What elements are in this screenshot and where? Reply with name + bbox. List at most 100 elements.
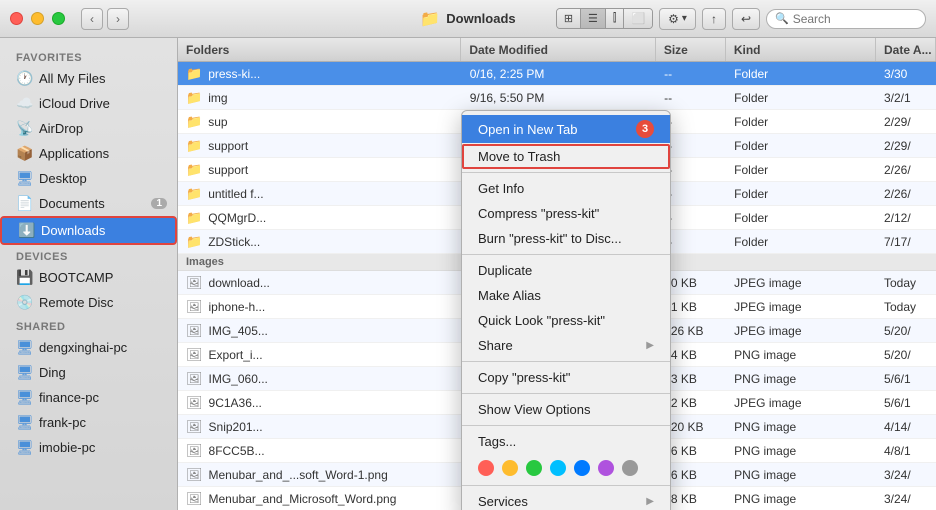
tag-blue[interactable] [574,460,590,476]
table-row[interactable]: 📁press-ki... 0/16, 2:25 PM -- Folder 3/3… [178,62,936,86]
main-container: Favorites 🕐 All My Files ☁️ iCloud Drive… [0,38,936,510]
context-menu-tags[interactable]: Tags... [462,429,670,454]
context-menu-move-to-trash[interactable]: Move to Trash [462,144,670,169]
context-menu-make-alias[interactable]: Make Alias [462,283,670,308]
context-menu-copy[interactable]: Copy "press-kit" [462,365,670,390]
sidebar-item-airdrop[interactable]: 📡 AirDrop [0,116,177,141]
image-icon-row: 🖼 [186,395,203,411]
col-header-dateadded[interactable]: Date A... [876,38,936,61]
sidebar: Favorites 🕐 All My Files ☁️ iCloud Drive… [0,38,178,510]
cloud-icon: ☁️ [16,95,32,112]
image-icon-row: 🖼 [186,467,203,483]
sidebar-item-all-my-files[interactable]: 🕐 All My Files [0,66,177,91]
documents-badge: 1 [151,198,167,209]
search-icon: 🔍 [775,12,789,25]
image-icon-row: 🖼 [186,491,203,507]
col-header-size[interactable]: Size [656,38,726,61]
column-view-btn[interactable]: ⫿ [606,9,625,28]
context-menu-get-info[interactable]: Get Info [462,176,670,201]
context-menu-compress[interactable]: Compress "press-kit" [462,201,670,226]
sidebar-item-imobie-pc[interactable]: 🖥 imobie-pc [0,435,177,460]
sidebar-item-dengxinghai[interactable]: 🖥 dengxinghai-pc [0,335,177,360]
context-menu-separator-6 [462,485,670,486]
col-header-kind[interactable]: Kind [726,38,876,61]
image-icon-row: 🖼 [186,371,203,387]
search-input[interactable] [793,12,903,26]
applications-icon: 📦 [16,145,32,162]
devices-header: Devices [0,245,177,265]
nav-buttons: ‹ › [81,8,129,30]
tag-green[interactable] [526,460,542,476]
tag-color-row [462,454,670,482]
context-menu-quick-look[interactable]: Quick Look "press-kit" [462,308,670,333]
context-menu-show-view-options[interactable]: Show View Options [462,397,670,422]
folder-icon-row: 📁 [186,234,202,250]
tag-gray[interactable] [622,460,638,476]
title-bar: ‹ › 📁 Downloads ⊞ ☰ ⫿ ⬜ ⚙ ▾ ↑ ↩ 🔍 [0,0,936,38]
search-bar[interactable]: 🔍 [766,9,926,29]
folder-icon-row: 📁 [186,66,202,82]
sidebar-item-desktop[interactable]: 🖥 Desktop [0,166,177,191]
context-menu-separator-5 [462,425,670,426]
sidebar-item-applications[interactable]: 📦 Applications [0,141,177,166]
sidebar-item-icloud-drive[interactable]: ☁️ iCloud Drive [0,91,177,116]
arrange-btn[interactable]: ⚙ ▾ [659,8,696,30]
tag-purple[interactable] [598,460,614,476]
tag-orange[interactable] [502,460,518,476]
share-btn[interactable]: ↩ [732,8,760,30]
coverflow-view-btn[interactable]: ⬜ [624,9,652,28]
icon-view-btn[interactable]: ⊞ [557,9,581,28]
documents-icon: 📄 [16,195,32,212]
image-icon-row: 🖼 [186,347,203,363]
maximize-button[interactable] [52,12,65,25]
col-header-folders[interactable]: Folders [178,38,461,61]
pc-icon-1: 🖥 [16,339,32,356]
table-row[interactable]: 📁img 9/16, 5:50 PM -- Folder 3/2/1 [178,86,936,110]
column-headers: Folders Date Modified Size Kind Date A..… [178,38,936,62]
favorites-header: Favorites [0,46,177,66]
folder-icon-row: 📁 [186,138,202,154]
col-header-date[interactable]: Date Modified [461,38,656,61]
context-menu-duplicate[interactable]: Duplicate [462,258,670,283]
sidebar-item-frank-pc[interactable]: 🖥 frank-pc [0,410,177,435]
sidebar-item-remote-disc[interactable]: 💿 Remote Disc [0,290,177,315]
folder-icon-row: 📁 [186,186,202,202]
share-submenu-arrow: ▶ [646,340,654,351]
pc-icon-5: 🖥 [16,439,32,456]
tag-lightblue[interactable] [550,460,566,476]
back-button[interactable]: ‹ [81,8,103,30]
downloads-icon: ⬇️ [18,222,34,239]
services-submenu-arrow: ▶ [646,496,654,507]
airdrop-icon: 📡 [16,120,32,137]
image-icon-row: 🖼 [186,299,203,315]
close-button[interactable] [10,12,23,25]
sidebar-item-documents[interactable]: 📄 Documents 1 [0,191,177,216]
folder-icon-row: 📁 [186,114,202,130]
action-btn[interactable]: ↑ [702,8,726,30]
window-title: 📁 Downloads [420,9,515,29]
context-menu-services[interactable]: Services ▶ [462,489,670,510]
context-menu-share[interactable]: Share ▶ [462,333,670,358]
shared-header: Shared [0,315,177,335]
context-menu-separator-1 [462,172,670,173]
toolbar-right: ⊞ ☰ ⫿ ⬜ ⚙ ▾ ↑ ↩ 🔍 [556,8,926,30]
sidebar-item-ding[interactable]: 🖥 Ding [0,360,177,385]
pc-icon-4: 🖥 [16,414,32,431]
minimize-button[interactable] [31,12,44,25]
traffic-lights [10,12,65,25]
forward-button[interactable]: › [107,8,129,30]
sidebar-item-bootcamp[interactable]: 💾 BOOTCAMP [0,265,177,290]
context-menu-open-new-tab[interactable]: Open in New Tab 3 [462,115,670,143]
tag-red[interactable] [478,460,494,476]
image-icon-row: 🖼 [186,323,203,339]
folder-icon: 📁 [420,9,440,29]
desktop-icon: 🖥 [16,170,32,187]
context-menu-burn[interactable]: Burn "press-kit" to Disc... [462,226,670,251]
folder-icon-row: 📁 [186,210,202,226]
open-tab-badge: 3 [636,120,654,138]
sidebar-item-downloads[interactable]: ⬇️ Downloads [0,216,177,245]
content-area: Folders Date Modified Size Kind Date A..… [178,38,936,510]
image-icon-row: 🖼 [186,419,203,435]
list-view-btn[interactable]: ☰ [581,9,606,28]
sidebar-item-finance-pc[interactable]: 🖥 finance-pc [0,385,177,410]
